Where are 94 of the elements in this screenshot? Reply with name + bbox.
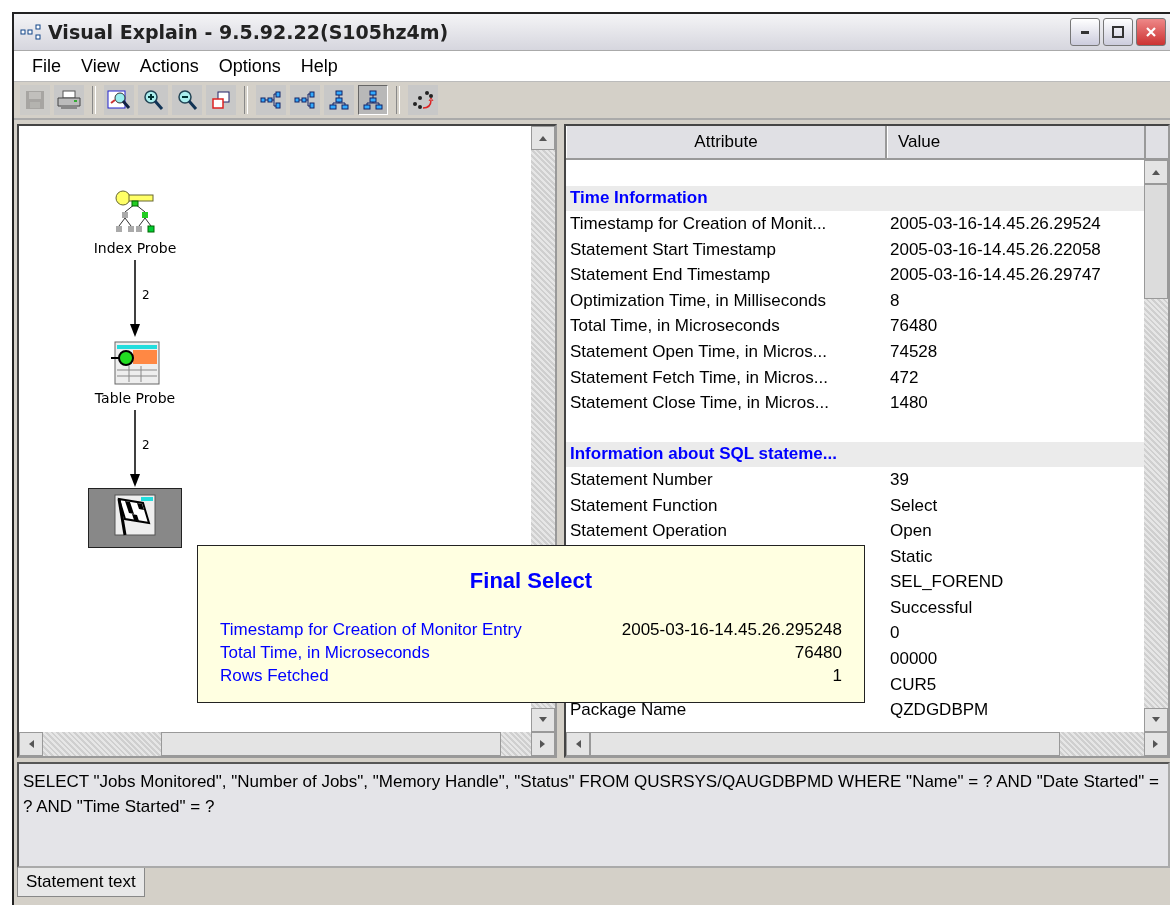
attribute-cell: Statement Fetch Time, in Micros... (570, 367, 828, 387)
toolbar-button[interactable] (104, 85, 134, 115)
value-cell: 472 (890, 367, 919, 387)
edge-label: 2 (142, 288, 150, 302)
horizontal-graph-icon (293, 89, 317, 111)
attribute-cell: Statement Operation (570, 521, 727, 541)
menu-item[interactable]: View (73, 55, 128, 77)
key-tree-icon (113, 190, 157, 236)
value-cell: 8 (890, 290, 900, 310)
app-graph-icon (20, 24, 42, 40)
zoom-fit-icon (107, 89, 131, 111)
value-cell: 74528 (890, 341, 938, 361)
node-label: Index Probe (93, 240, 177, 256)
value-cell: Open (890, 521, 932, 541)
value-cell: QZDGDBPM (890, 700, 989, 720)
tree-graph-icon (328, 89, 350, 111)
close-icon (1145, 26, 1157, 38)
value-cell: SEL_FOREND (890, 572, 1004, 592)
value-cell: 39 (890, 469, 909, 489)
horizontal-graph-icon (259, 89, 283, 111)
value-cell: 76480 (890, 316, 938, 336)
down-arrow-icon (1151, 716, 1161, 724)
value-cell: 2005-03-16-14.45.26.22058 (890, 239, 1101, 259)
tooltip-value: 2005-03-16-14.45.26.295248 (620, 620, 842, 640)
maximize-icon (1112, 26, 1124, 38)
attribute-cell: Total Time, in Microseconds (570, 316, 780, 336)
maximize-button[interactable] (1103, 18, 1133, 46)
horizontal-scrollbar[interactable] (566, 732, 1168, 756)
attribute-cell: Statement Close Time, in Micros... (570, 393, 829, 413)
value-cell: Static (890, 546, 933, 566)
dotted-curve-arrow-icon (411, 89, 435, 111)
column-header[interactable]: Attribute (566, 126, 887, 158)
window-title: Visual Explain - 9.5.92.22(S105hz4m) (48, 21, 449, 43)
group-title: Time Information (569, 188, 708, 209)
attribute-cell: Statement End Timestamp (570, 265, 771, 285)
menu-item[interactable]: Help (292, 55, 346, 77)
scrollbar-thumb[interactable] (161, 732, 501, 756)
zoom-out-icon (176, 89, 198, 111)
printer-icon (56, 89, 82, 111)
attribute-cell: Statement Number (570, 469, 713, 489)
value-cell: 2005-03-16-14.45.26.29524 (890, 214, 1101, 233)
group-title: Information about SQL stateme... (569, 444, 837, 465)
statement-text: SELECT "Jobs Monitored", "Number of Jobs", "Memory Handle", "Status" FROM QUSRSYS/QAUGDBPMD WHERE "Name" = ? AND "Date Started" = ? AND "Time Started" = ? (23, 772, 1159, 816)
tab[interactable]: Statement text (17, 868, 145, 897)
down-arrow-icon (538, 716, 548, 724)
up-arrow-icon (538, 134, 548, 142)
left-arrow-icon (574, 739, 582, 749)
value-cell: Successful (890, 597, 973, 617)
tooltip-value: 76480 (793, 643, 842, 663)
menu-item[interactable]: File (24, 55, 69, 77)
scrollbar-thumb[interactable] (590, 732, 1060, 756)
up-arrow-icon (1151, 168, 1161, 176)
attribute-cell: Optimization Time, in Milliseconds (570, 290, 827, 310)
menu-item[interactable]: Options (210, 55, 289, 77)
overlapping-squares-icon (210, 89, 232, 111)
vertical-scrollbar[interactable] (1144, 160, 1168, 732)
edge-label: 2 (142, 438, 150, 452)
minimize-button[interactable] (1070, 18, 1100, 46)
attribute-cell: Statement Function (570, 495, 718, 515)
attribute-cell: Package Name (570, 700, 687, 720)
left-arrow-icon (27, 739, 35, 749)
horizontal-scrollbar[interactable] (19, 732, 555, 756)
toolbar-button[interactable] (172, 85, 202, 115)
table-probe-icon (109, 340, 161, 386)
tooltip-title: Final Select (469, 568, 593, 594)
node-label: Table Probe (94, 390, 176, 406)
right-arrow-icon (1152, 739, 1160, 749)
value-cell: 00000 (890, 649, 938, 669)
toolbar-button[interactable] (138, 85, 168, 115)
minimize-icon (1081, 30, 1089, 34)
toolbar-button[interactable] (408, 85, 438, 115)
tooltip-label: Rows Fetched (220, 666, 330, 686)
toolbar-button[interactable] (358, 85, 388, 115)
zoom-in-icon (142, 89, 164, 111)
attribute-cell: Statement Start Timestamp (570, 239, 776, 259)
tooltip-label: Timestamp for Creation of Monitor Entry (220, 620, 522, 640)
checkered-flag-icon (113, 493, 157, 537)
attribute-cell: Statement Open Time, in Micros... (570, 341, 827, 361)
value-cell: 2005-03-16-14.45.26.29747 (890, 265, 1101, 285)
value-cell: 0 (890, 623, 900, 643)
value-cell: CUR5 (890, 674, 937, 694)
tooltip-value: 1 (831, 666, 842, 686)
value-cell: 1480 (890, 393, 928, 413)
close-button[interactable] (1136, 18, 1166, 46)
column-header[interactable]: Value (887, 126, 1146, 158)
value-cell: Select (890, 495, 938, 515)
menu-item[interactable]: Actions (131, 55, 207, 77)
scrollbar-thumb[interactable] (1144, 184, 1168, 299)
tree-graph-icon (362, 89, 384, 111)
attribute-cell: Timestamp for Creation of Monit... (570, 214, 827, 233)
plan-node[interactable] (88, 488, 182, 548)
tooltip-label: Total Time, in Microseconds (220, 643, 431, 663)
right-arrow-icon (539, 739, 547, 749)
statement-text-area[interactable]: SELECT "Jobs Monitored", "Number of Jobs", "Memory Handle", "Status" FROM QUSRSYS/QAUGDBPMD WHERE "Name" = ? AND "Date Started" = ? AND "Time Started" = ? (17, 762, 1170, 868)
